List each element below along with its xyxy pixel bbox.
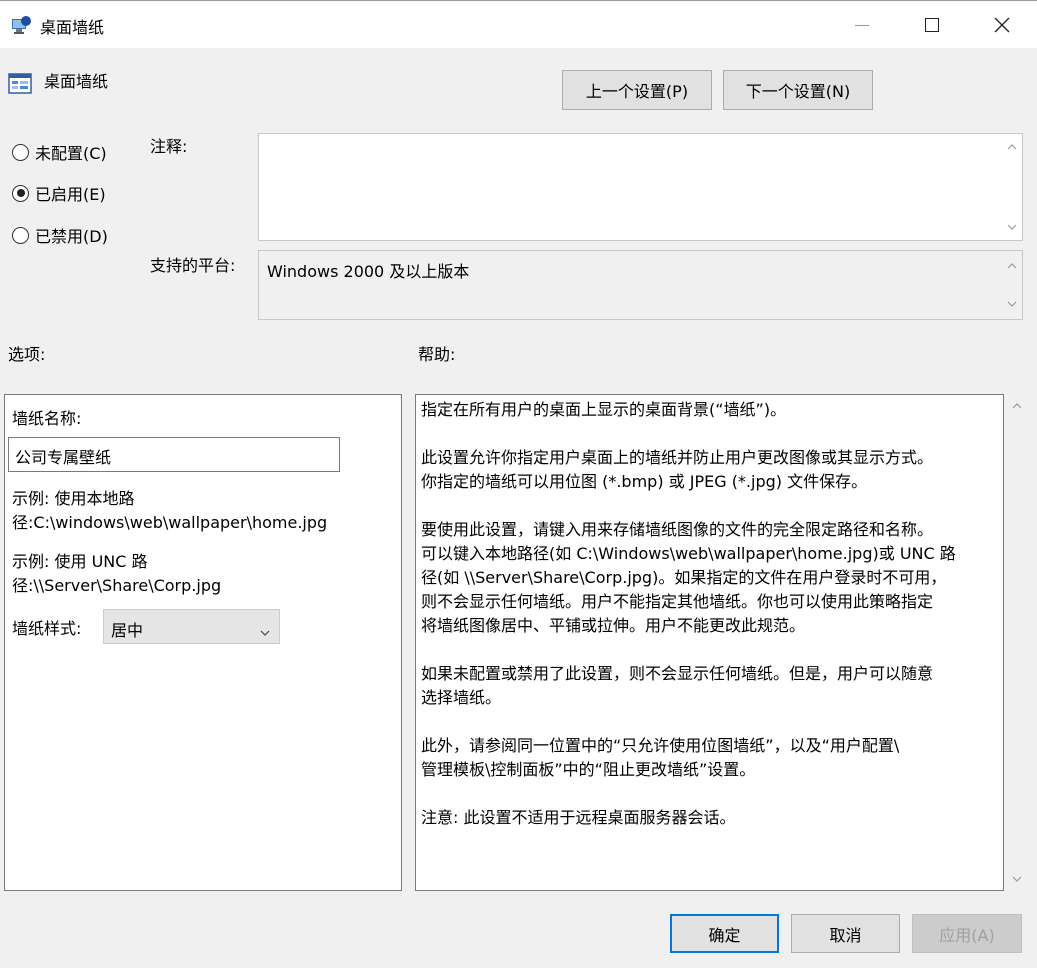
chevron-down-icon xyxy=(260,622,270,641)
maximize-icon xyxy=(925,18,939,32)
scroll-up-icon[interactable] xyxy=(1007,262,1017,272)
comment-value xyxy=(259,134,1022,146)
example-line: 径:\\Server\Share\Corp.jpg xyxy=(12,576,222,595)
ok-button[interactable]: 确定 xyxy=(670,914,779,953)
example-line: 示例: 使用本地路 xyxy=(12,489,135,508)
help-paragraph: 如果未配置或禁用了此设置，则不会显示任何墙纸。但是，用户可以随意 选择墙纸。 xyxy=(421,662,1001,710)
help-label: 帮助: xyxy=(418,345,456,364)
example-line: 示例: 使用 UNC 路 xyxy=(12,552,148,571)
scroll-down-icon[interactable] xyxy=(1007,300,1017,310)
help-text: 指定在所有用户的桌面上显示的桌面背景(“墙纸”)。 此设置允许你指定用户桌面上的… xyxy=(421,398,1001,854)
scroll-up-icon[interactable] xyxy=(1012,402,1022,412)
platform-value: Windows 2000 及以上版本 xyxy=(267,262,470,281)
cancel-button[interactable]: 取消 xyxy=(791,914,900,953)
example-line: 径:C:\windows\web\wallpaper\home.jpg xyxy=(12,513,328,532)
next-setting-button[interactable]: 下一个设置(N) xyxy=(723,70,873,110)
comment-textarea[interactable] xyxy=(258,133,1023,241)
help-line: 此设置允许你指定用户桌面上的墙纸并防止用户更改图像或其显示方式。 xyxy=(421,448,934,467)
radio-circle[interactable] xyxy=(12,226,29,244)
scroll-down-icon[interactable] xyxy=(1007,223,1017,233)
previous-setting-button[interactable]: 上一个设置(P) xyxy=(562,70,712,110)
wallpaper-style-value: 居中 xyxy=(111,621,144,640)
radio-circle[interactable] xyxy=(12,184,29,202)
apply-button[interactable]: 应用(A) xyxy=(912,914,1022,953)
policy-title: 桌面墙纸 xyxy=(44,72,109,91)
options-label: 选项: xyxy=(8,345,46,364)
scroll-up-icon[interactable] xyxy=(1007,143,1017,153)
platform-label: 支持的平台: xyxy=(150,256,236,275)
comment-label: 注释: xyxy=(150,137,188,156)
radio-selected-dot xyxy=(16,189,25,197)
help-line: 如果未配置或禁用了此设置，则不会显示任何墙纸。但是，用户可以随意 xyxy=(421,664,934,683)
help-line: 径(如 \\Server\Share\Corp.jpg)。如果指定的文件在用户登… xyxy=(421,568,947,587)
close-icon xyxy=(994,17,1010,33)
radio-label: 已禁用(D) xyxy=(35,227,108,246)
minimize-icon xyxy=(855,24,869,26)
scroll-down-icon[interactable] xyxy=(1012,875,1022,885)
help-paragraph: 注意: 此设置不适用于远程桌面服务器会话。 xyxy=(421,808,736,827)
help-paragraph: 此设置允许你指定用户桌面上的墙纸并防止用户更改图像或其显示方式。 你指定的墙纸可… xyxy=(421,446,1001,494)
help-scrollbar[interactable] xyxy=(1006,394,1028,891)
help-paragraph: 此外，请参阅同一位置中的“只允许使用位图墙纸”，以及“用户配置\ 管理模板\控制… xyxy=(421,734,1001,782)
maximize-button[interactable] xyxy=(897,1,967,49)
radio-enabled[interactable]: 已启用(E) xyxy=(12,181,106,205)
help-line: 可以键入本地路径(如 C:\Windows\web\wallpaper\home… xyxy=(421,544,956,563)
radio-disabled[interactable]: 已禁用(D) xyxy=(12,223,108,247)
radio-circle[interactable] xyxy=(12,143,29,161)
radio-not-configured[interactable]: 未配置(C) xyxy=(12,140,107,164)
platform-scrollbar[interactable] xyxy=(1003,252,1021,318)
close-button[interactable] xyxy=(967,1,1037,49)
wallpaper-name-input[interactable]: 公司专属壁纸 xyxy=(8,437,340,472)
comment-scrollbar[interactable] xyxy=(1003,135,1021,239)
help-line: 将墙纸图像居中、平铺或拉伸。用户不能更改此规范。 xyxy=(421,616,806,635)
help-line: 则不会显示任何墙纸。用户不能指定其他墙纸。你也可以使用此策略指定 xyxy=(421,592,934,611)
help-line: 要使用此设置，请键入用来存储墙纸图像的文件的完全限定路径和名称。 xyxy=(421,520,934,539)
radio-label: 未配置(C) xyxy=(35,144,107,163)
help-paragraph: 指定在所有用户的桌面上显示的桌面背景(“墙纸”)。 xyxy=(421,400,787,419)
help-paragraph: 要使用此设置，请键入用来存储墙纸图像的文件的完全限定路径和名称。 可以键入本地路… xyxy=(421,518,1001,638)
help-line: 你指定的墙纸可以用位图 (*.bmp) 或 JPEG (*.jpg) 文件保存。 xyxy=(421,472,868,491)
example-local-path: 示例: 使用本地路 径:C:\windows\web\wallpaper\hom… xyxy=(12,487,327,535)
help-line: 此外，请参阅同一位置中的“只允许使用位图墙纸”，以及“用户配置\ xyxy=(421,736,900,755)
policy-setting-icon xyxy=(8,72,32,94)
window-title: 桌面墙纸 xyxy=(40,18,105,37)
minimize-button[interactable] xyxy=(827,1,897,49)
wallpaper-style-select[interactable]: 居中 xyxy=(103,609,280,644)
wallpaper-style-label: 墙纸样式: xyxy=(12,619,82,638)
wallpaper-name-label: 墙纸名称: xyxy=(12,409,82,428)
example-unc-path: 示例: 使用 UNC 路 径:\\Server\Share\Corp.jpg xyxy=(12,550,221,598)
policy-window-icon xyxy=(10,15,32,35)
title-bar: 桌面墙纸 xyxy=(0,0,1037,48)
help-line: 选择墙纸。 xyxy=(421,688,502,707)
radio-label: 已启用(E) xyxy=(35,185,106,204)
platform-textbox[interactable]: Windows 2000 及以上版本 xyxy=(258,250,1023,320)
help-line: 管理模板\控制面板”中的“阻止更改墙纸”设置。 xyxy=(421,760,756,779)
